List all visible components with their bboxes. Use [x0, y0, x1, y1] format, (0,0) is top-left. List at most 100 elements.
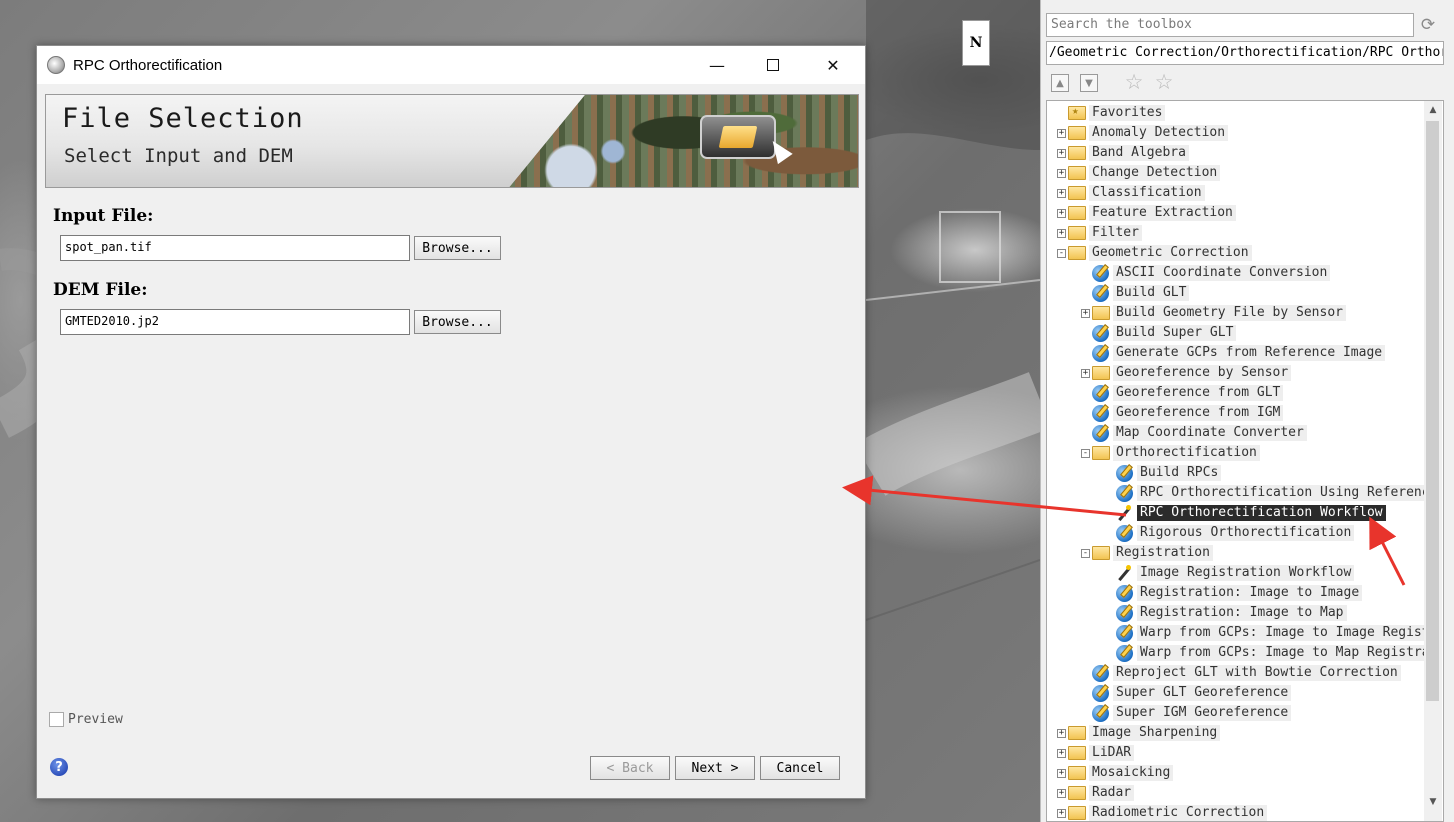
workflow-wand-icon: [1116, 504, 1133, 522]
wizard-banner: File Selection Select Input and DEM: [45, 94, 859, 188]
tree-item[interactable]: + Filter: [1057, 223, 1142, 243]
tree-item[interactable]: - Geometric Correction: [1057, 243, 1252, 263]
next-button[interactable]: Next >: [675, 756, 755, 780]
collapse-all-icon[interactable]: ▲: [1051, 74, 1069, 92]
tree-item[interactable]: RPC Orthorectification Using Referenc: [1105, 483, 1433, 503]
tree-item[interactable]: + Classification: [1057, 183, 1205, 203]
expand-node-icon[interactable]: +: [1057, 168, 1066, 178]
tree-item[interactable]: + Mosaicking: [1057, 763, 1174, 783]
tree-item[interactable]: + Radar: [1057, 783, 1135, 803]
expand-node-icon[interactable]: +: [1057, 188, 1066, 198]
tree-item-label: Anomaly Detection: [1089, 125, 1229, 141]
expand-node-icon[interactable]: +: [1081, 308, 1090, 318]
scroll-thumb[interactable]: [1426, 121, 1439, 701]
expand-node-icon[interactable]: +: [1057, 748, 1066, 758]
minimize-button[interactable]: —: [689, 46, 745, 84]
tree-item[interactable]: Georeference from GLT: [1081, 383, 1284, 403]
expand-node-icon[interactable]: +: [1057, 788, 1066, 798]
collapse-node-icon[interactable]: -: [1081, 448, 1090, 458]
expand-node-icon[interactable]: +: [1057, 768, 1066, 778]
back-button[interactable]: < Back: [590, 756, 670, 780]
scroll-up-arrow-icon[interactable]: ▲: [1424, 101, 1442, 119]
tree-item-label: Warp from GCPs: Image to Image Regist: [1137, 625, 1433, 641]
expand-node-icon[interactable]: +: [1057, 208, 1066, 218]
tree-item[interactable]: + Image Sharpening: [1057, 723, 1221, 743]
tree-item[interactable]: Generate GCPs from Reference Image: [1081, 343, 1386, 363]
tree-item-label: Radiometric Correction: [1089, 805, 1268, 821]
expand-node-icon[interactable]: +: [1057, 128, 1066, 138]
add-favorite-star-icon[interactable]: ☆: [1123, 70, 1145, 94]
tree-item[interactable]: Favorites: [1057, 103, 1166, 123]
maximize-button[interactable]: [745, 46, 801, 84]
folder-icon: [1068, 166, 1086, 180]
browse-dem-button[interactable]: Browse...: [414, 310, 501, 334]
tree-item[interactable]: Super GLT Georeference: [1081, 683, 1292, 703]
tree-item-label: Build Super GLT: [1113, 325, 1237, 341]
input-file-field[interactable]: spot_pan.tif: [60, 235, 410, 261]
tree-item[interactable]: Rigorous Orthorectification: [1105, 523, 1355, 543]
tree-item[interactable]: Georeference from IGM: [1081, 403, 1284, 423]
refresh-icon[interactable]: ⟳: [1413, 13, 1443, 37]
browse-input-button[interactable]: Browse...: [414, 236, 501, 260]
preview-checkbox[interactable]: Preview: [49, 712, 123, 727]
tool-globe-icon: [1092, 324, 1109, 342]
tree-item[interactable]: Build RPCs: [1105, 463, 1222, 483]
tree-item-label: Georeference by Sensor: [1113, 365, 1292, 381]
input-file-label: Input File:: [53, 206, 154, 226]
tree-item[interactable]: + Feature Extraction: [1057, 203, 1236, 223]
expand-node-icon[interactable]: +: [1057, 728, 1066, 738]
expand-node-icon[interactable]: +: [1057, 228, 1066, 238]
tree-item-label: RPC Orthorectification Workflow: [1137, 505, 1386, 521]
toolbox-path-field[interactable]: /Geometric Correction/Orthorectification…: [1046, 41, 1444, 65]
cancel-button[interactable]: Cancel: [760, 756, 840, 780]
dialog-titlebar[interactable]: RPC Orthorectification — ✕: [37, 46, 865, 84]
expand-all-icon[interactable]: ▼: [1080, 74, 1098, 92]
tree-item[interactable]: Build Super GLT: [1081, 323, 1237, 343]
dem-file-field[interactable]: GMTED2010.jp2: [60, 309, 410, 335]
tree-item-label: Build RPCs: [1137, 465, 1222, 481]
tree-item[interactable]: Map Coordinate Converter: [1081, 423, 1307, 443]
tree-item-label: Mosaicking: [1089, 765, 1174, 781]
tree-item[interactable]: Build GLT: [1081, 283, 1190, 303]
expand-node-icon[interactable]: +: [1057, 148, 1066, 158]
toolbox-search-input[interactable]: Search the toolbox: [1046, 13, 1414, 37]
collapse-node-icon[interactable]: -: [1081, 548, 1090, 558]
dialog-title: RPC Orthorectification: [73, 56, 223, 74]
folder-icon: [1068, 226, 1086, 240]
tree-item[interactable]: + Build Geometry File by Sensor: [1081, 303, 1346, 323]
tree-item[interactable]: Registration: Image to Map: [1105, 603, 1347, 623]
tree-item[interactable]: Super IGM Georeference: [1081, 703, 1292, 723]
tree-item[interactable]: + Anomaly Detection: [1057, 123, 1229, 143]
tree-item[interactable]: + Band Algebra: [1057, 143, 1189, 163]
folder-icon: [1068, 786, 1086, 800]
tree-item[interactable]: + LiDAR: [1057, 743, 1135, 763]
tree-item[interactable]: Warp from GCPs: Image to Map Registra: [1105, 643, 1433, 663]
tree-item[interactable]: - Registration: [1081, 543, 1213, 563]
tree-item-label: LiDAR: [1089, 745, 1135, 761]
expand-node-icon[interactable]: +: [1081, 368, 1090, 378]
scroll-down-arrow-icon[interactable]: ▼: [1424, 793, 1442, 811]
folder-icon: [1068, 206, 1086, 220]
tree-item[interactable]: ASCII Coordinate Conversion: [1081, 263, 1331, 283]
tree-item[interactable]: Image Registration Workflow: [1105, 563, 1355, 583]
tree-item[interactable]: RPC Orthorectification Workflow: [1105, 503, 1386, 523]
tree-item[interactable]: + Radiometric Correction: [1057, 803, 1268, 821]
tree-item-label: Build Geometry File by Sensor: [1113, 305, 1346, 321]
tree-item-label: Filter: [1089, 225, 1142, 241]
help-icon[interactable]: ?: [50, 758, 68, 776]
tree-item[interactable]: Registration: Image to Image: [1105, 583, 1363, 603]
tree-item[interactable]: Warp from GCPs: Image to Image Regist: [1105, 623, 1433, 643]
folder-icon: [1068, 146, 1086, 160]
tree-scrollbar[interactable]: ▲ ▼: [1424, 101, 1442, 821]
preview-checkbox-box[interactable]: [49, 712, 64, 727]
tree-item[interactable]: + Georeference by Sensor: [1081, 363, 1292, 383]
expand-node-icon[interactable]: +: [1057, 808, 1066, 818]
tree-item[interactable]: Reproject GLT with Bowtie Correction: [1081, 663, 1401, 683]
tree-item[interactable]: - Orthorectification: [1081, 443, 1260, 463]
remove-favorite-star-icon[interactable]: ☆: [1153, 70, 1175, 94]
collapse-node-icon[interactable]: -: [1057, 248, 1066, 258]
tool-globe-icon: [1092, 684, 1109, 702]
close-button[interactable]: ✕: [805, 46, 861, 84]
banner-title: File Selection: [62, 103, 304, 134]
tree-item[interactable]: + Change Detection: [1057, 163, 1221, 183]
